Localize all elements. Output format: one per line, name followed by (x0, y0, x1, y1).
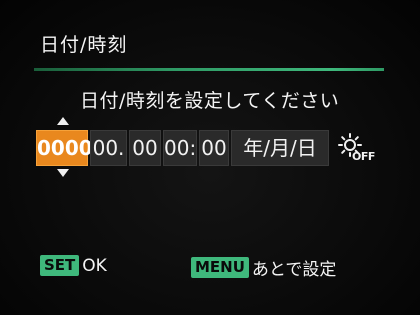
instruction-text: 日付/時刻を設定してください (80, 90, 340, 112)
menu-later-hint[interactable]: MENU あとで設定 (191, 255, 337, 280)
year-field[interactable]: 0000. (36, 130, 100, 166)
minute-field[interactable]: 00 (199, 130, 229, 166)
date-format-field[interactable]: 年/月/日 (231, 130, 329, 166)
day-field[interactable]: 00 (129, 130, 161, 166)
daylight-saving-state: OFF (352, 150, 375, 163)
decrement-arrow-icon[interactable] (57, 169, 69, 177)
set-action-label: OK (82, 255, 107, 276)
hour-field[interactable]: 00: (163, 130, 197, 166)
set-ok-hint[interactable]: SET OK (40, 255, 107, 277)
header-divider (34, 68, 384, 71)
set-key-badge: SET (40, 255, 80, 276)
camera-screen: 日付/時刻 日付/時刻を設定してください 0000. 00. 00 00: 00… (0, 0, 420, 315)
daylight-saving-toggle[interactable]: OFF (336, 131, 378, 167)
page-title: 日付/時刻 (40, 34, 128, 56)
increment-arrow-icon[interactable] (57, 117, 69, 125)
month-field[interactable]: 00. (90, 130, 127, 166)
menu-key-badge: MENU (191, 257, 249, 278)
menu-action-label: あとで設定 (251, 260, 337, 280)
